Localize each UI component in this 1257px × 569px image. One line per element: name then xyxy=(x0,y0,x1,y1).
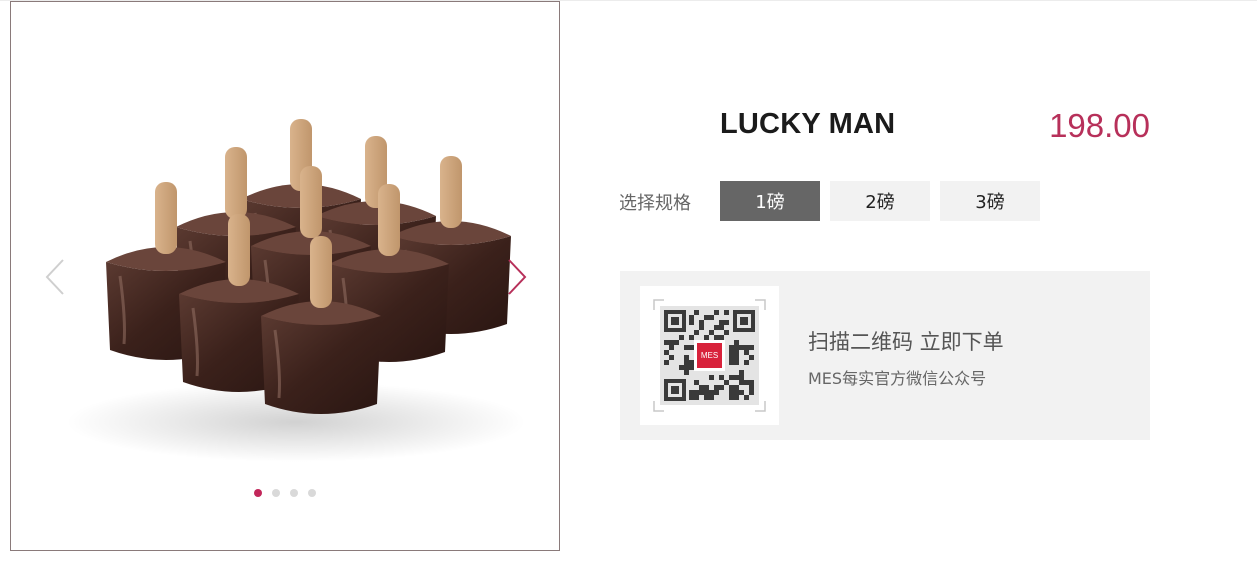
product-image-carousel[interactable] xyxy=(10,1,560,551)
qr-code-icon: MES xyxy=(653,299,766,412)
product-title: LUCKY MAN xyxy=(720,108,896,140)
spec-label: 选择规格 xyxy=(619,193,691,214)
qr-logo-text: MES xyxy=(701,351,718,360)
spec-option-3lb[interactable]: 3磅 xyxy=(940,181,1040,221)
spec-option-2lb[interactable]: 2磅 xyxy=(830,181,930,221)
product-photo xyxy=(66,119,526,462)
qr-code: MES xyxy=(640,286,779,425)
carousel-prev-button[interactable] xyxy=(41,254,71,300)
carousel-dot[interactable] xyxy=(272,489,280,497)
qr-subtitle: MES每实官方微信公众号 xyxy=(808,369,987,388)
qr-title: 扫描二维码 立即下单 xyxy=(808,330,1004,354)
chevron-right-icon xyxy=(508,259,527,295)
wechat-qr-panel: MES 扫描二维码 立即下单 MES每实官方微信公众号 xyxy=(620,271,1150,440)
chevron-left-icon xyxy=(45,259,64,295)
carousel-dot[interactable] xyxy=(254,489,262,497)
carousel-pagination xyxy=(11,489,559,497)
carousel-dot[interactable] xyxy=(290,489,298,497)
product-price: 198.00 xyxy=(1049,107,1150,144)
carousel-next-button[interactable] xyxy=(501,254,531,300)
spec-option-1lb[interactable]: 1磅 xyxy=(720,181,820,221)
carousel-dot[interactable] xyxy=(308,489,316,497)
spec-options: 1磅 2磅 3磅 xyxy=(720,181,1050,221)
